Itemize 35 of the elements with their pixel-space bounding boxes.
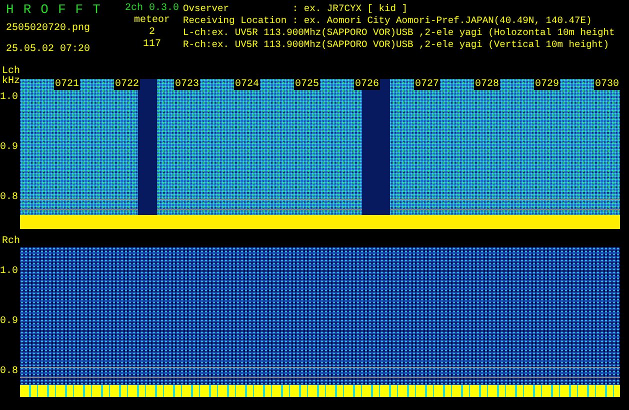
info-line: Ovserver : ex. JR7CYX [ kid ] (183, 3, 409, 15)
time-label: 0722 (114, 79, 140, 90)
axis-label: 0.8 (0, 193, 18, 203)
title-letter: T (92, 3, 100, 17)
channel-label: Lch (2, 67, 20, 77)
info-line: Receiving Location : ex. Aomori City Aomori-Pref.JAPAN(40.49N, 140.47E) (183, 15, 593, 27)
info-line: L-ch:ex. UV5R 113.900Mhz(SAPPORO VOR)USB ,2-ele yagi (Holozontal 10m height (183, 27, 615, 39)
time-label: 0723 (174, 79, 200, 90)
axis-label: 0.9 (0, 317, 18, 327)
unit-label: kHz (2, 77, 20, 87)
time-label: 0721 (54, 79, 80, 90)
time-label: 0728 (474, 79, 500, 90)
title-letter: R (23, 3, 32, 17)
time-label: 0730 (594, 79, 620, 90)
time-label: 0724 (234, 79, 260, 90)
time-label: 0729 (534, 79, 560, 90)
file-name: 2505020720.png (6, 23, 92, 34)
axis-label: 1.0 (0, 93, 18, 103)
axis-label: 0.8 (0, 367, 18, 377)
title-letter: F (58, 3, 66, 17)
title-letter: F (75, 3, 84, 17)
title-letter: O (40, 3, 48, 17)
title-letter: H (6, 3, 14, 17)
version-label: 2ch 0.3.0 (124, 3, 179, 15)
axis-label: 1.0 (0, 267, 18, 277)
time-label: 0726 (354, 79, 380, 90)
time-label: 0727 (414, 79, 440, 90)
count-value: 117 (142, 39, 161, 51)
mode-label: meteor (134, 15, 170, 27)
time-label: 0725 (294, 79, 320, 90)
axis-label: 0.9 (0, 143, 18, 153)
info-line: R-ch:ex. UV5R 113.900Mhz(SAPPORO VOR)USB ,2-ele yagi (Vertical 10m height) (183, 39, 610, 51)
count-value: 2 (148, 27, 155, 39)
channel-label: Rch (2, 237, 20, 247)
timestamp: 25.05.02 07:20 (6, 44, 92, 55)
